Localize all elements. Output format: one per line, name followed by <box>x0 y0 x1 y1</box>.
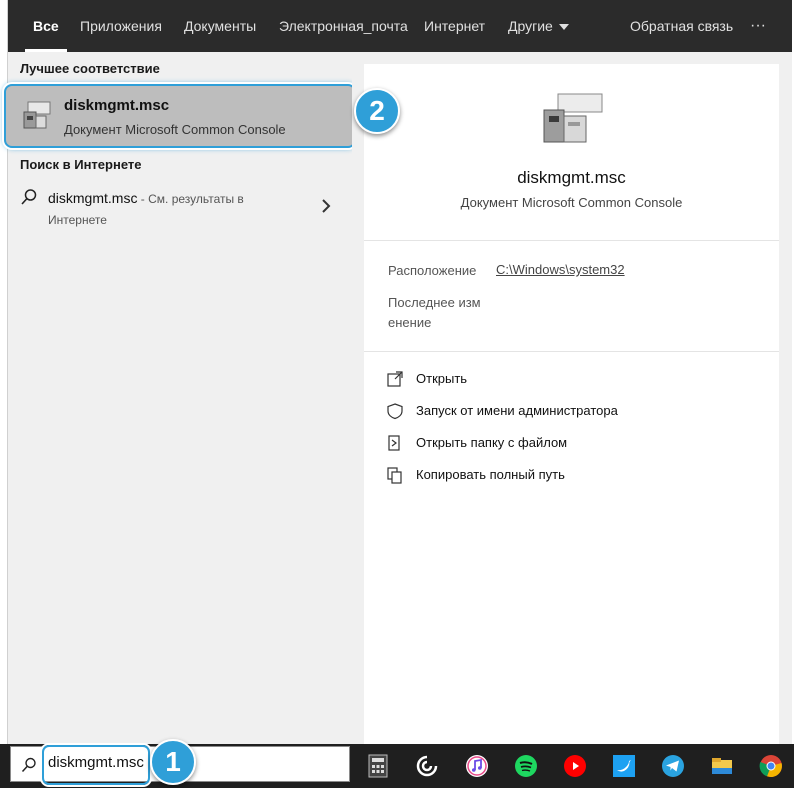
web-search-heading: Поиск в Интернете <box>20 157 142 172</box>
tab-apps[interactable]: Приложения <box>80 0 162 52</box>
chevron-right-icon[interactable] <box>320 198 332 214</box>
cortana-icon[interactable] <box>407 744 447 788</box>
tab-more[interactable]: Другие <box>508 0 569 52</box>
details-file-type: Документ Microsoft Common Console <box>460 195 683 210</box>
folder-icon <box>388 435 400 451</box>
search-icon <box>21 189 37 205</box>
web-search-suffix: - См. результаты в <box>137 192 244 206</box>
divider <box>364 240 779 241</box>
file-explorer-icon[interactable] <box>702 744 742 788</box>
action-copy-path-label: Копировать полный путь <box>416 467 565 482</box>
action-copy-path[interactable]: Копировать полный путь <box>386 464 766 488</box>
telegram-icon[interactable] <box>653 744 693 788</box>
action-open-folder[interactable]: Открыть папку с файлом <box>386 432 766 456</box>
youtube-icon[interactable] <box>555 744 595 788</box>
web-search-query: diskmgmt.msc <box>48 190 138 206</box>
modified-label-line-2: енение <box>388 315 432 330</box>
action-open[interactable]: Открыть <box>386 368 766 392</box>
tab-more-label: Другие <box>508 18 553 34</box>
web-search-result[interactable]: diskmgmt.msc - См. результаты в Интернет… <box>8 180 352 236</box>
spotify-icon[interactable] <box>506 744 546 788</box>
itunes-icon[interactable] <box>457 744 497 788</box>
step-badge-2: 2 <box>354 88 400 134</box>
action-open-label: Открыть <box>416 371 468 386</box>
results-panel <box>8 52 352 744</box>
best-match-name: diskmgmt.msc <box>64 97 170 114</box>
best-match-description: Документ Microsoft Common Console <box>64 122 286 137</box>
location-label: Расположение <box>388 263 477 278</box>
taskbar-search-input[interactable]: diskmgmt.msc <box>48 754 144 771</box>
best-match-result[interactable]: diskmgmt.msc Документ Microsoft Common C… <box>4 84 356 148</box>
details-file-name: diskmgmt.msc <box>517 168 626 187</box>
more-options-button[interactable]: ··· <box>750 0 766 52</box>
chrome-icon[interactable] <box>751 744 791 788</box>
shield-icon <box>387 403 403 420</box>
chevron-down-icon <box>558 24 569 31</box>
open-icon <box>387 371 403 387</box>
tab-all[interactable]: Все <box>25 0 67 52</box>
mmc-console-icon <box>23 101 51 129</box>
action-open-folder-label: Открыть папку с файлом <box>416 435 568 450</box>
tab-internet[interactable]: Интернет <box>424 0 485 52</box>
tab-documents[interactable]: Документы <box>184 0 256 52</box>
modified-label-line-1: Последнее изм <box>388 295 481 310</box>
feedback-button[interactable]: Обратная связь <box>630 0 733 52</box>
calculator-icon[interactable] <box>358 744 398 788</box>
mmc-console-large-icon <box>543 93 603 143</box>
action-run-as-admin[interactable]: Запуск от имени администратора <box>386 400 766 424</box>
web-search-suffix-2: Интернете <box>48 213 107 227</box>
search-icon <box>21 757 36 773</box>
copy-icon <box>387 467 402 484</box>
step-badge-1: 1 <box>150 739 196 785</box>
twitter-icon[interactable] <box>604 744 644 788</box>
tab-email[interactable]: Электронная_почта <box>279 0 408 52</box>
best-match-heading: Лучшее соответствие <box>20 61 160 76</box>
action-run-as-admin-label: Запуск от имени администратора <box>416 403 618 418</box>
location-link[interactable]: C:\Windows\system32 <box>496 262 625 277</box>
divider <box>364 351 779 352</box>
search-category-bar: Все Приложения Документы Электронная_поч… <box>8 0 792 52</box>
web-search-text: diskmgmt.msc - См. результаты в Интернет… <box>48 188 298 230</box>
